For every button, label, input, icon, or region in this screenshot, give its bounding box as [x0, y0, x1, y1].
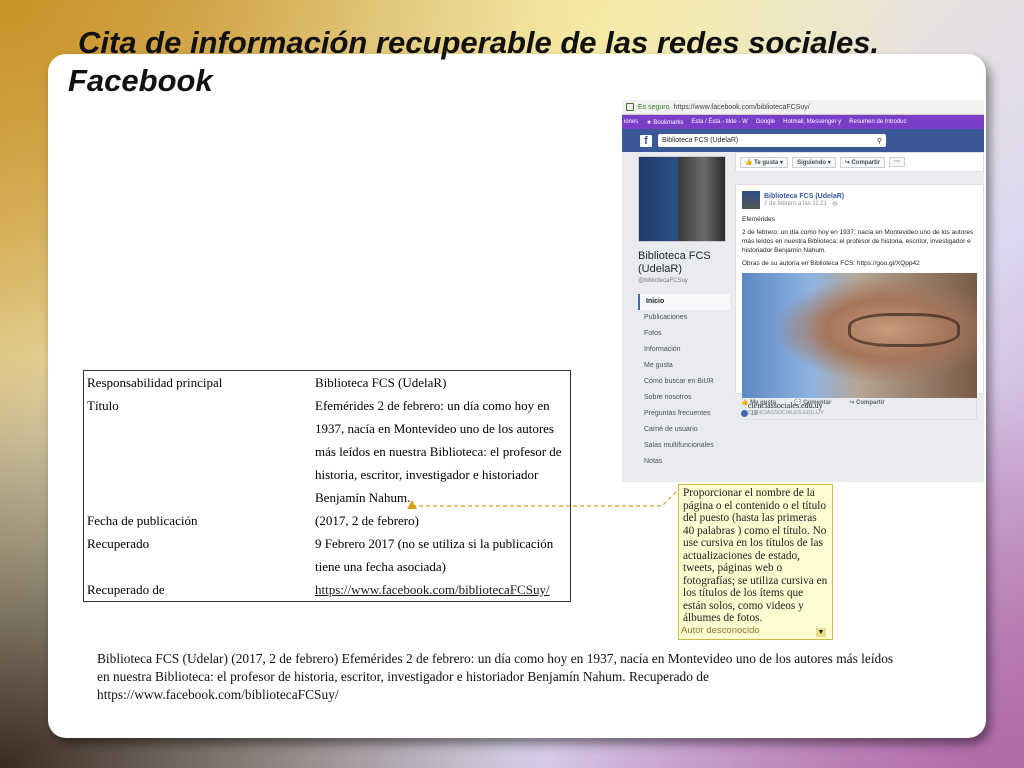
- page-nav: Inicio Publicaciones Fotos Información M…: [638, 294, 730, 470]
- post-like-button[interactable]: 👍 Me gusta: [741, 399, 776, 406]
- nav-item[interactable]: Cómo buscar en BiUR: [638, 374, 730, 390]
- slide-title: Cita de información recuperable de las r…: [68, 24, 879, 100]
- nav-item[interactable]: Notas: [638, 454, 730, 470]
- comment-note[interactable]: Proporcionar el nombre de la página o el…: [678, 484, 833, 640]
- facebook-logo-icon[interactable]: f: [640, 134, 652, 147]
- post-photo[interactable]: [742, 273, 977, 398]
- nav-item[interactable]: Información: [638, 342, 730, 358]
- table-row: Fecha de publicación (2017, 2 de febrero): [87, 513, 419, 528]
- reference-text: Biblioteca FCS (Udelar) (2017, 2 de febr…: [97, 651, 894, 702]
- chevron-down-icon[interactable]: ▼: [816, 628, 826, 637]
- like-page-button[interactable]: 👍 Te gusta ▾: [740, 156, 789, 168]
- post-body: 2 de febrero: un día como hoy en 1937, n…: [742, 229, 974, 254]
- bookmark-item[interactable]: Google: [756, 119, 775, 125]
- share-page-button[interactable]: ↪ Compartir: [839, 156, 886, 168]
- note-text: Proporcionar el nombre de la página o el…: [683, 487, 828, 624]
- nav-item[interactable]: Salas multifuncionales: [638, 438, 730, 454]
- post-author[interactable]: Biblioteca FCS (UdelaR): [764, 193, 844, 200]
- nav-item[interactable]: Carné de usuario: [638, 422, 730, 438]
- lock-icon: [626, 103, 634, 111]
- table-row: Título Efemérides 2 de febrero: un día co…: [87, 398, 562, 505]
- facebook-post: Biblioteca FCS (UdelaR) 2 de febrero a l…: [735, 184, 984, 420]
- table-row: Responsabilidad principal Biblioteca FCS …: [87, 375, 447, 390]
- facebook-topbar: f Biblioteca FCS (UdelaR) ⚲: [622, 129, 984, 152]
- nav-item[interactable]: Fotos: [638, 326, 730, 342]
- page-handle: @bibliotecaFCSuy: [638, 278, 688, 284]
- table-row: Recuperado 9 Febrero 2017 (no se utiliza …: [87, 536, 554, 574]
- bookmark-item[interactable]: ★ Bookmarks: [646, 119, 683, 126]
- url-text: https://www.facebook.com/bibliotecaFCSuy…: [673, 103, 810, 111]
- bookmark-item[interactable]: iones: [624, 119, 638, 125]
- citation-box: Responsabilidad principal Biblioteca FCS …: [73, 358, 620, 638]
- table-row: Recuperado de https://www.facebook.com/bi…: [87, 582, 550, 597]
- page-name[interactable]: Biblioteca FCS (UdelaR): [638, 250, 730, 276]
- share-button[interactable]: ↪ Compartir: [849, 399, 884, 406]
- nav-item[interactable]: Me gusta: [638, 358, 730, 374]
- page-profile-image[interactable]: [638, 156, 726, 242]
- following-button[interactable]: Siguiendo ▾: [792, 156, 836, 168]
- note-author: Autor desconocido: [681, 624, 760, 636]
- nav-item[interactable]: Preguntas frecuentes: [638, 406, 730, 422]
- bookmark-item[interactable]: Resumen de Introduc: [849, 119, 906, 125]
- search-input[interactable]: Biblioteca FCS (UdelaR) ⚲: [658, 134, 886, 147]
- post-text: Efemérides 2 de febrero: un día como hoy…: [742, 215, 977, 268]
- globe-icon: ◍: [832, 201, 838, 207]
- nav-item[interactable]: Publicaciones: [638, 310, 730, 326]
- post-date[interactable]: 2 de febrero a las 11:21 · ◍: [764, 200, 844, 207]
- title-line-1: Cita de información recuperable de las r…: [78, 25, 880, 60]
- facebook-screenshot: Es seguro https://www.facebook.com/bibli…: [622, 100, 984, 482]
- search-icon[interactable]: ⚲: [877, 137, 882, 145]
- avatar[interactable]: [742, 191, 760, 209]
- bookmark-item[interactable]: Hotmail, Messenger y: [783, 119, 841, 125]
- secure-label: Es seguro: [638, 103, 670, 111]
- post-works[interactable]: Obras de su autoría en Biblioteca FCS: h…: [742, 259, 977, 268]
- address-bar[interactable]: Es seguro https://www.facebook.com/bibli…: [622, 100, 984, 115]
- comment-button[interactable]: 💬 Comentar: [794, 399, 831, 406]
- citation-link[interactable]: https://www.facebook.com/bibliotecaFCSuy…: [315, 582, 550, 597]
- bookmarks-bar: iones ★ Bookmarks Esta / Ésta - tilde - …: [622, 115, 984, 129]
- search-value: Biblioteca FCS (UdelaR): [662, 137, 739, 144]
- page-main: 👍 Te gusta ▾ Siguiendo ▾ ↪ Compartir ···…: [735, 152, 984, 420]
- nav-item[interactable]: Sobre nosotros: [638, 390, 730, 406]
- like-icon: [741, 410, 748, 417]
- title-line-2: Facebook: [68, 63, 213, 98]
- page-action-bar: 👍 Te gusta ▾ Siguiendo ▾ ↪ Compartir ···: [735, 152, 984, 172]
- bookmark-item[interactable]: Esta / Ésta - tilde - W: [691, 119, 747, 125]
- citation-table: Responsabilidad principal Biblioteca FCS …: [83, 370, 571, 602]
- post-heading: Efemérides: [742, 216, 775, 223]
- nav-item-inicio[interactable]: Inicio: [638, 294, 730, 310]
- more-button[interactable]: ···: [889, 157, 906, 167]
- page-sidebar: Biblioteca FCS (UdelaR) @bibliotecaFCSuy…: [638, 156, 730, 470]
